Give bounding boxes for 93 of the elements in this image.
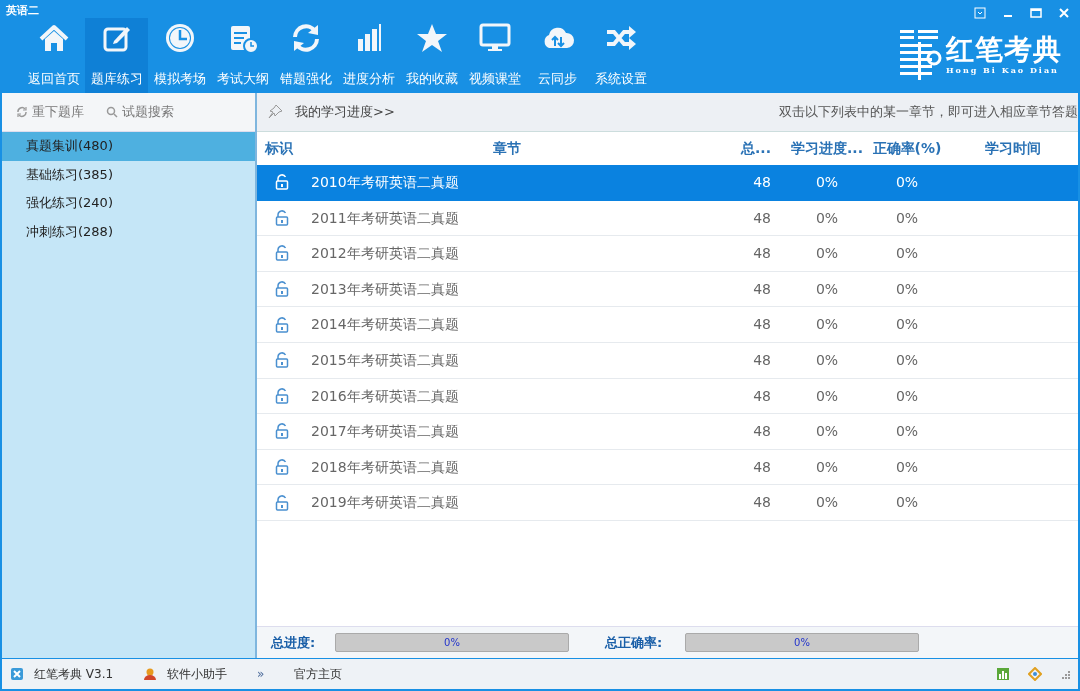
- unlock-icon: [275, 209, 289, 226]
- chart-icon[interactable]: [996, 667, 1010, 681]
- table-cell: 0%: [867, 236, 947, 272]
- table-cell[interactable]: 2017年考研英语二真题: [307, 414, 707, 450]
- summary-label: 总进度:: [271, 633, 317, 652]
- summary-label: 总正确率:: [605, 633, 664, 652]
- toolbar-button[interactable]: 考试大纲: [211, 18, 274, 93]
- table-cell: 48: [707, 485, 787, 521]
- toolbar-button[interactable]: 模拟考场: [148, 18, 211, 93]
- column-header[interactable]: 正确率(%): [867, 132, 947, 165]
- progress-reading: 0%: [793, 636, 811, 650]
- table-cell: 0%: [867, 342, 947, 379]
- diamond-icon[interactable]: [1028, 667, 1042, 681]
- search-button[interactable]: 试题搜索: [106, 102, 174, 122]
- table-cell: 0%: [867, 414, 947, 450]
- table-cell[interactable]: 2018年考研英语二真题: [307, 449, 707, 486]
- table-cell: 0%: [787, 342, 867, 379]
- unlock-icon: [275, 387, 289, 404]
- toolbar-button[interactable]: 进度分析: [337, 18, 400, 93]
- toolbar-button[interactable]: 题库练习: [85, 18, 148, 93]
- unlock-icon: [275, 174, 289, 191]
- table-cell: 48: [707, 307, 787, 343]
- unlock-icon: [275, 316, 289, 333]
- logo-text: 红笔考典: [946, 36, 1062, 64]
- table-cell: 0%: [787, 414, 867, 450]
- table-cell: 0%: [867, 200, 947, 237]
- progress-title: 我的学习进度>>: [295, 103, 395, 122]
- unlock-icon: [275, 459, 289, 476]
- table-cell: 48: [707, 449, 787, 486]
- column-header[interactable]: 总...: [707, 132, 787, 165]
- hint-text: 双击以下列表中的某一章节，即可进入相应章节答题: [779, 103, 1078, 122]
- toolbar-button[interactable]: 返回首页: [22, 18, 85, 93]
- sidebar-item[interactable]: 基础练习(385): [2, 160, 255, 189]
- table-cell[interactable]: 2013年考研英语二真题: [307, 271, 707, 308]
- toolbar-button[interactable]: 云同步: [526, 18, 589, 93]
- status-link[interactable]: 软件小助手: [167, 665, 228, 683]
- table-cell: 0%: [867, 165, 947, 201]
- progress-reading: 0%: [443, 636, 461, 650]
- sidebar-item[interactable]: 冲刺练习(288): [2, 217, 255, 246]
- table-cell: 0%: [787, 449, 867, 486]
- table-cell: 0%: [867, 271, 947, 308]
- table-cell: 0%: [867, 449, 947, 486]
- table-cell: 48: [707, 165, 787, 201]
- table-cell: 0%: [867, 485, 947, 521]
- column-header[interactable]: 学习时间: [947, 132, 1078, 165]
- unlock-icon: [275, 423, 289, 440]
- table-cell: 0%: [787, 378, 867, 415]
- reload-button[interactable]: 重下题库: [16, 102, 84, 122]
- table-cell[interactable]: 2011年考研英语二真题: [307, 200, 707, 237]
- table-cell: 0%: [787, 236, 867, 272]
- expand-arrows[interactable]: »: [257, 665, 265, 683]
- table-cell: 0%: [787, 200, 867, 237]
- sidebar-item[interactable]: 真题集训(480): [2, 132, 255, 161]
- search-icon: [106, 106, 118, 118]
- reload-icon: [16, 106, 28, 118]
- table-cell: 0%: [787, 271, 867, 308]
- unlock-icon: [275, 281, 289, 298]
- pin-icon: [267, 104, 283, 120]
- window-title: 英语二: [5, 3, 40, 18]
- table-cell: 48: [707, 342, 787, 379]
- table-cell: 48: [707, 414, 787, 450]
- column-header[interactable]: 标识: [257, 132, 307, 165]
- logo-subtitle: Hong Bi Kao Dian: [946, 64, 1060, 76]
- sidebar-item[interactable]: 强化练习(240): [2, 189, 255, 218]
- toolbar-button[interactable]: 错题强化: [274, 18, 337, 93]
- table-cell: 0%: [787, 307, 867, 343]
- status-link[interactable]: 官方主页: [294, 665, 343, 683]
- table-cell: 48: [707, 200, 787, 237]
- person-icon: [143, 667, 158, 681]
- column-header[interactable]: 章节: [307, 132, 707, 165]
- table-cell[interactable]: 2012年考研英语二真题: [307, 236, 707, 272]
- table-cell: 48: [707, 378, 787, 415]
- table-cell[interactable]: 2016年考研英语二真题: [307, 378, 707, 415]
- table-cell: 48: [707, 271, 787, 308]
- table-cell: 0%: [867, 307, 947, 343]
- table-cell: 0%: [787, 165, 867, 201]
- table-cell[interactable]: 2014年考研英语二真题: [307, 307, 707, 343]
- toolbar-button[interactable]: 系统设置: [589, 18, 652, 93]
- unlock-icon: [275, 245, 289, 262]
- table-cell[interactable]: 2015年考研英语二真题: [307, 342, 707, 379]
- unlock-icon: [275, 352, 289, 369]
- status-link[interactable]: 红笔考典 V3.1: [34, 665, 114, 683]
- unlock-icon: [275, 494, 289, 511]
- table-cell: 0%: [867, 378, 947, 415]
- app-icon: [10, 667, 24, 681]
- table-cell[interactable]: 2010年考研英语二真题: [307, 165, 707, 201]
- toolbar-button[interactable]: 视频课堂: [463, 18, 526, 93]
- table-cell: 48: [707, 236, 787, 272]
- toolbar-button[interactable]: 我的收藏: [400, 18, 463, 93]
- column-header[interactable]: 学习进度...: [787, 132, 867, 165]
- table-cell[interactable]: 2019年考研英语二真题: [307, 485, 707, 521]
- resize-grip-icon[interactable]: [1060, 669, 1070, 679]
- table-cell: 0%: [787, 485, 867, 521]
